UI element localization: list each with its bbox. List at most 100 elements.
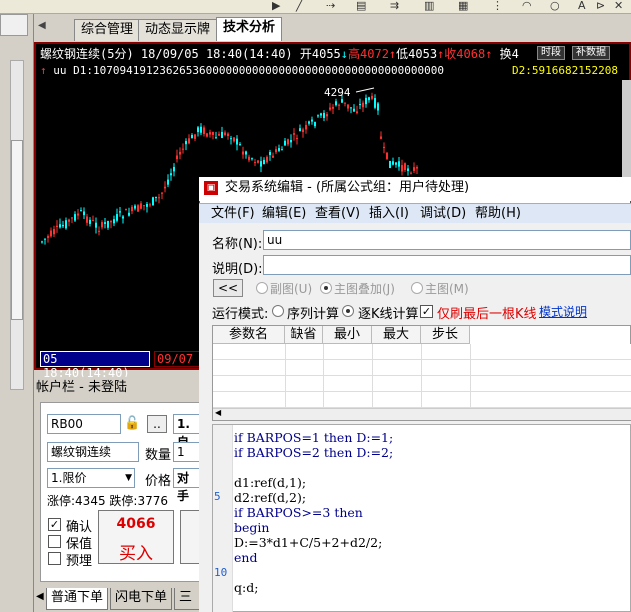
param-name-header[interactable]: 参数名 [213, 326, 285, 344]
cursor-icon[interactable]: ▶ [272, 0, 280, 12]
down-arrow-icon: ↓ [340, 47, 349, 61]
candle-body [410, 172, 412, 174]
mainchart-label: 主图(M) [425, 282, 469, 296]
open-price: 开4055 [299, 47, 341, 61]
param-rows[interactable] [213, 344, 631, 408]
subchart-radio[interactable] [256, 282, 268, 294]
candle-body [317, 115, 319, 117]
menu-debug[interactable]: 调试(D) [420, 204, 466, 224]
tab-dynamic-board[interactable]: 动态显示牌 [138, 19, 218, 41]
channel-tool-icon[interactable]: ▤ [356, 0, 366, 12]
candle-body [53, 229, 55, 235]
close-price: 收4068 [444, 47, 486, 61]
col-divider [323, 344, 324, 408]
parallel-tool-icon[interactable]: ⇉ [390, 0, 399, 12]
fill-data-button[interactable]: 补数据 [572, 46, 610, 60]
collapse-button[interactable]: << [213, 279, 243, 297]
candle-body [152, 197, 154, 206]
tab-scroll-left-icon[interactable]: ◀ [36, 591, 44, 602]
candle-body [233, 137, 235, 142]
fib-tool-icon[interactable]: ▥ [424, 0, 434, 12]
menu-view[interactable]: 查看(V) [315, 204, 360, 224]
parameter-table[interactable]: 参数名 缺省 最小 最大 步长 ◀ [212, 325, 631, 421]
candle-body [368, 97, 370, 101]
cross-tool-icon[interactable]: ✕ [614, 0, 623, 12]
candle-body [320, 113, 322, 116]
sell-button[interactable] [180, 510, 200, 564]
code-line: q:d; [234, 580, 259, 595]
main-overlay-radio[interactable] [320, 282, 332, 294]
chevron-down-icon[interactable]: ▼ [125, 469, 132, 487]
formula-name-input[interactable]: uu [263, 230, 631, 250]
candle-body [101, 222, 103, 228]
session-button[interactable]: 时段 [537, 46, 565, 60]
app-icon: ▣ [204, 181, 218, 195]
confirm-checkbox[interactable]: ✓ [48, 518, 61, 531]
buy-button[interactable]: 4066 买入 [98, 510, 174, 564]
tab-overview[interactable]: 综合管理 [74, 19, 141, 41]
code-line: d2:ref(d,2); [234, 490, 307, 505]
refresh-last-bar-checkbox[interactable]: ✓ [420, 305, 433, 318]
menu-file[interactable]: 文件(F) [211, 204, 255, 224]
param-step-header[interactable]: 步长 [421, 326, 470, 344]
arrow-tool-icon[interactable]: ⊳ [596, 0, 605, 12]
price-select[interactable]: 对手 [173, 468, 200, 503]
candle-body [56, 225, 58, 228]
param-min-header[interactable]: 最小 [323, 326, 372, 344]
run-mode-label: 运行模式: [212, 307, 269, 322]
direction-select[interactable]: 1.自 [173, 414, 200, 449]
param-default-header[interactable]: 缺省 [285, 326, 323, 344]
line-number: 10 [214, 566, 228, 579]
candle-body [65, 220, 67, 229]
param-hscroll[interactable]: ◀ [213, 408, 631, 420]
line-tool-icon[interactable]: ╱ [296, 0, 303, 12]
candle-body [71, 217, 73, 219]
candle-body [185, 141, 187, 145]
candle-body [392, 161, 394, 165]
candle-body [362, 102, 364, 108]
left-panel-header [0, 14, 28, 36]
description-input[interactable] [263, 255, 631, 275]
tab-flash-order[interactable]: 闪电下单 [110, 588, 173, 610]
candle-body [221, 131, 223, 138]
lock-icon[interactable]: 🔓 [124, 416, 140, 432]
sequence-calc-radio[interactable] [272, 305, 284, 317]
mode-help-link[interactable]: 模式说明 [539, 303, 587, 320]
grid-tool-icon[interactable]: ▦ [458, 0, 468, 12]
circle-tool-icon[interactable]: ○ [550, 0, 560, 12]
preorder-checkbox[interactable] [48, 552, 61, 565]
candle-body [164, 186, 166, 189]
candle-body [95, 222, 97, 228]
quantity-label: 数量 [145, 448, 172, 463]
tab-technical-analysis[interactable]: 技术分析 [216, 17, 283, 41]
param-max-header[interactable]: 最大 [372, 326, 421, 344]
text-tool-icon[interactable]: A [578, 0, 586, 12]
mainchart-radio[interactable] [411, 282, 423, 294]
candle-body [323, 112, 325, 118]
per-bar-calc-radio[interactable] [342, 305, 354, 317]
tab-normal-order[interactable]: 普通下单 [46, 588, 109, 610]
contract-code-input[interactable]: RB00 [47, 414, 121, 434]
candle-body [266, 156, 268, 163]
left-scrollbar-thumb[interactable] [11, 140, 23, 320]
cycle-tool-icon[interactable]: ⋮ [492, 0, 503, 12]
code-line: end [234, 550, 258, 565]
menu-help[interactable]: 帮助(H) [475, 204, 521, 224]
scroll-left-icon[interactable]: ◀ [215, 408, 221, 417]
ray-tool-icon[interactable]: ⇢ [326, 0, 335, 12]
candle-body [299, 128, 301, 132]
order-type-select[interactable]: 1.限价 ▼ [47, 468, 135, 488]
candle-body [83, 211, 85, 216]
candle-body [98, 230, 100, 232]
col-divider [470, 344, 471, 408]
menu-insert[interactable]: 插入(I) [369, 204, 409, 224]
menu-edit[interactable]: 编辑(E) [262, 204, 306, 224]
candle-body [344, 102, 346, 104]
code-line: if BARPOS>=3 then [234, 505, 363, 520]
hedge-checkbox[interactable] [48, 535, 61, 548]
contract-browse-button[interactable]: .. [147, 415, 167, 433]
quantity-input[interactable]: 1 [173, 442, 200, 462]
arc-tool-icon[interactable]: ◠ [522, 0, 532, 12]
candle-body [77, 213, 79, 216]
tab-scroll-left-icon[interactable]: ◀ [38, 20, 46, 31]
